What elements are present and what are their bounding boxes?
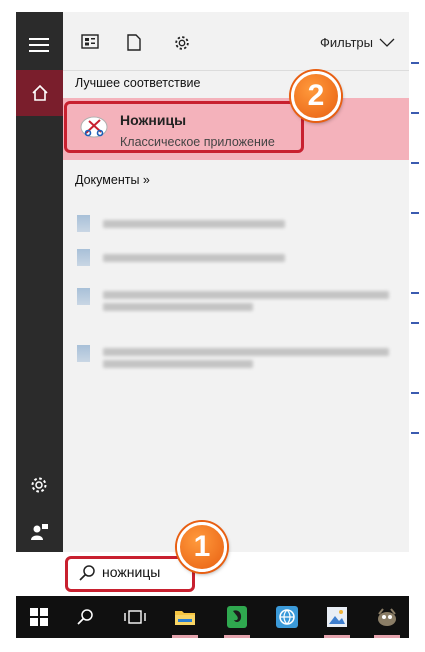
filters-label: Фильтры [319, 35, 373, 50]
home-button[interactable] [16, 70, 63, 116]
documents-chevron: » [142, 173, 150, 187]
blurred-document-title [103, 254, 285, 262]
taskbar-search-button[interactable] [62, 596, 108, 638]
result-app-name: Ножницы [120, 112, 187, 128]
taskbar-file-explorer[interactable] [162, 596, 208, 638]
document-icon [77, 288, 90, 305]
task-view-icon [124, 610, 146, 624]
taskbar [16, 596, 409, 638]
document-result[interactable] [77, 215, 377, 233]
document-icon [77, 249, 90, 266]
document-result[interactable] [77, 249, 377, 267]
step-badge-1: 1 [177, 522, 227, 572]
gear-icon [175, 36, 189, 50]
start-button[interactable] [16, 596, 62, 638]
apps-filter-button[interactable] [81, 34, 99, 55]
person-icon [31, 524, 48, 540]
documents-filter-button[interactable] [127, 34, 141, 56]
feedback-button[interactable] [29, 522, 49, 547]
menu-icon[interactable] [29, 38, 49, 52]
blurred-document-path [103, 360, 253, 368]
blurred-document-path [103, 303, 253, 311]
background-window-edge [409, 12, 425, 638]
document-icon [127, 34, 141, 51]
search-icon [77, 609, 93, 625]
settings-button[interactable] [29, 475, 49, 500]
windows-logo-icon [30, 608, 48, 626]
result-app-type: Классическое приложение [120, 135, 275, 149]
evernote-icon [227, 606, 247, 628]
best-match-result[interactable]: Ножницы Классическое приложение [63, 98, 409, 160]
running-indicator [374, 635, 400, 638]
home-icon [31, 84, 48, 101]
filters-dropdown[interactable]: Фильтры [320, 35, 395, 50]
running-indicator [172, 635, 198, 638]
picture-icon [327, 607, 347, 627]
blurred-document-title [103, 220, 285, 228]
step-badge-2: 2 [291, 71, 341, 121]
scissors-icon [80, 115, 108, 144]
search-results-panel: Фильтры Лучшее соответствие Ножницы Клас… [63, 12, 409, 596]
running-indicator [224, 635, 250, 638]
document-result[interactable] [77, 345, 397, 369]
documents-heading[interactable]: Документы » [75, 173, 150, 187]
settings-filter-button[interactable] [173, 34, 191, 57]
left-rail [16, 12, 63, 596]
search-icon [79, 565, 95, 581]
blurred-document-title [103, 348, 389, 356]
gimp-icon [378, 608, 396, 626]
chevron-down-icon [379, 38, 395, 47]
taskbar-evernote[interactable] [214, 596, 260, 638]
apps-icon [81, 34, 99, 49]
toolbar-divider [63, 70, 409, 71]
running-indicator [324, 635, 350, 638]
documents-heading-label: Документы [75, 173, 140, 187]
taskbar-browser[interactable] [264, 596, 310, 638]
document-icon [77, 345, 90, 362]
best-match-heading: Лучшее соответствие [75, 76, 201, 90]
folder-icon [175, 611, 195, 625]
taskbar-image-app[interactable] [314, 596, 360, 638]
globe-icon [276, 606, 298, 628]
gear-icon [31, 477, 47, 493]
document-icon [77, 215, 90, 232]
blurred-document-title [103, 291, 389, 299]
taskbar-gimp[interactable] [364, 596, 409, 638]
document-result[interactable] [77, 288, 397, 312]
task-view-button[interactable] [112, 596, 158, 638]
